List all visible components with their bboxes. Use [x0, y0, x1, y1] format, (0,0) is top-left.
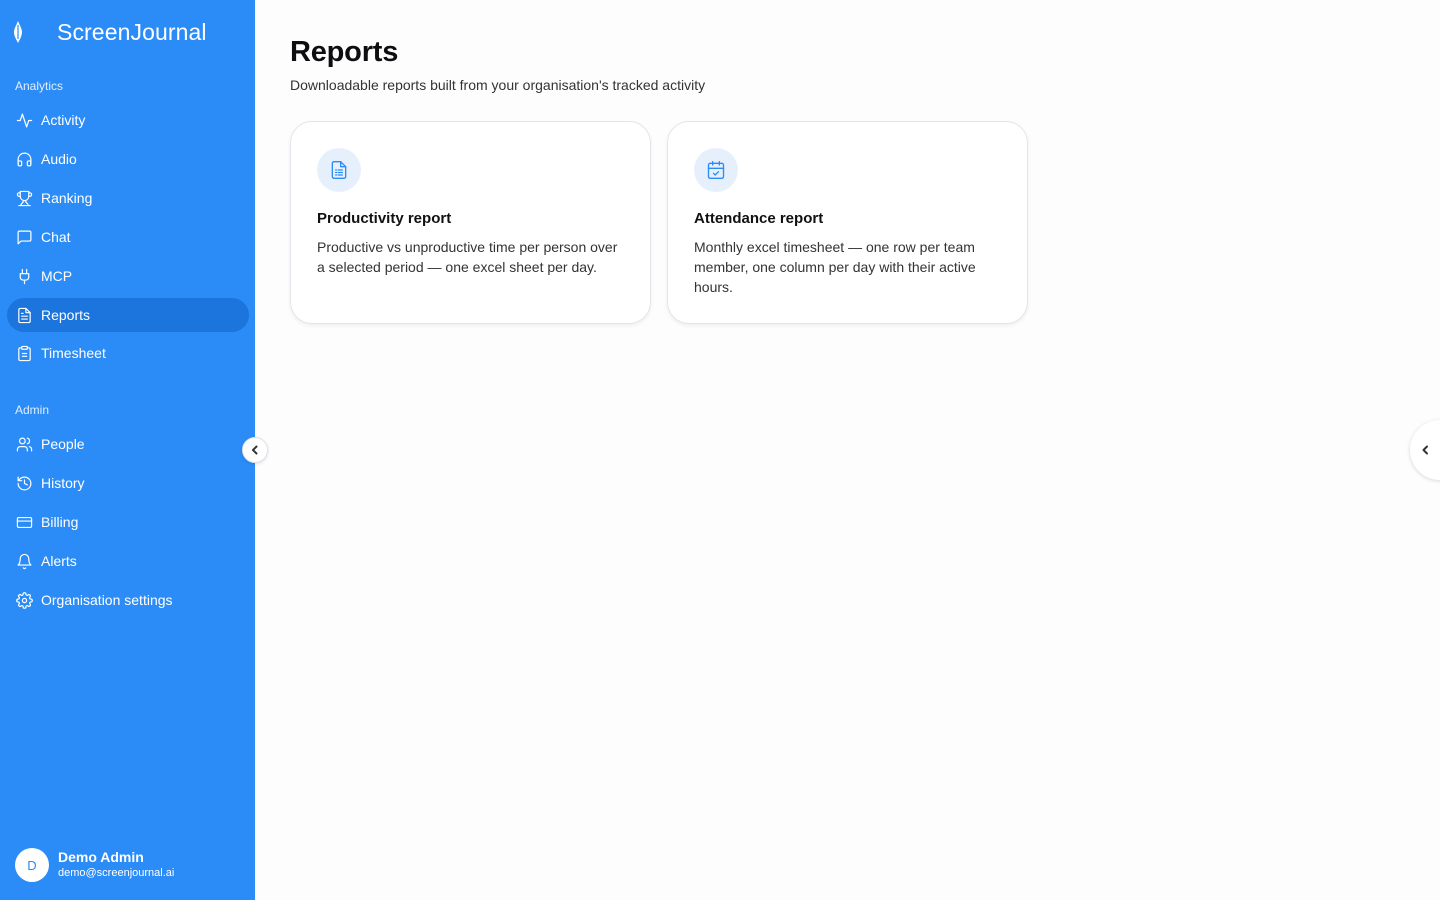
sidebar-item-label: Reports: [41, 307, 91, 323]
card-title: Attendance report: [694, 210, 824, 227]
document-icon: [317, 148, 361, 192]
sidebar-item-label: Chat: [41, 229, 71, 245]
sidebar-item-people[interactable]: People: [7, 427, 249, 461]
card-title: Productivity report: [317, 210, 452, 227]
clipboard-icon: [15, 344, 33, 362]
sidebar-item-label: Ranking: [41, 190, 93, 206]
avatar: D: [15, 848, 49, 882]
chevron-left-icon: [252, 445, 258, 455]
sidebar-item-label: History: [41, 475, 85, 491]
sidebar-item-history[interactable]: History: [7, 466, 249, 500]
sidebar-item-ranking[interactable]: Ranking: [7, 181, 249, 215]
card-description: Monthly excel timesheet — one row per te…: [694, 239, 976, 295]
section-label-admin: Admin: [15, 403, 50, 417]
sidebar-item-label: Audio: [41, 151, 77, 167]
chevron-left-icon: [1422, 445, 1428, 455]
right-panel-toggle[interactable]: [1410, 420, 1440, 480]
collapse-sidebar-button[interactable]: [242, 437, 268, 463]
user-name: Demo Admin: [58, 849, 144, 865]
sidebar-item-label: Billing: [41, 514, 79, 530]
sidebar-item-activity[interactable]: Activity: [7, 103, 249, 137]
headphones-icon: [15, 150, 33, 168]
trophy-icon: [15, 189, 33, 207]
sidebar-item-audio[interactable]: Audio: [7, 142, 249, 176]
chat-icon: [15, 228, 33, 246]
brand-name: ScreenJournal: [57, 18, 207, 45]
sidebar-item-label: MCP: [41, 268, 73, 284]
sidebar-item-label: Organisation settings: [41, 592, 173, 608]
productivity-report-card[interactable]: Productivity report Productive vs unprod…: [290, 121, 651, 324]
user-email: demo@screenjournal.ai: [58, 867, 175, 879]
activity-icon: [15, 111, 33, 129]
brand[interactable]: ScreenJournal: [11, 16, 207, 48]
sidebar-item-mcp[interactable]: MCP: [7, 259, 249, 293]
attendance-report-card[interactable]: Attendance report Monthly excel timeshee…: [667, 121, 1028, 324]
file-text-icon: [15, 306, 33, 324]
sidebar-item-organisation-settings[interactable]: Organisation settings: [7, 583, 249, 617]
sidebar-item-billing[interactable]: Billing: [7, 505, 249, 539]
sidebar-item-timesheet[interactable]: Timesheet: [7, 336, 249, 370]
page-subtitle: Downloadable reports built from your org…: [290, 77, 706, 93]
card-description: Productive vs unproductive time per pers…: [317, 239, 618, 275]
bell-icon: [15, 552, 33, 570]
logo-icon: [11, 21, 25, 43]
user-profile[interactable]: D Demo Admin demo@screenjournal.ai: [15, 848, 174, 882]
gear-icon: [15, 591, 33, 609]
sidebar-item-reports[interactable]: Reports: [7, 298, 249, 332]
plug-icon: [15, 267, 33, 285]
credit-card-icon: [15, 513, 33, 531]
sidebar-item-label: Activity: [41, 112, 86, 128]
sidebar-item-alerts[interactable]: Alerts: [7, 544, 249, 578]
sidebar-item-chat[interactable]: Chat: [7, 220, 249, 254]
sidebar-item-label: People: [41, 436, 85, 452]
sidebar-item-label: Timesheet: [41, 345, 106, 361]
sidebar-item-label: Alerts: [41, 553, 77, 569]
history-icon: [15, 474, 33, 492]
users-icon: [15, 435, 33, 453]
calendar-check-icon: [694, 148, 738, 192]
page-title: Reports: [290, 36, 399, 68]
section-label-analytics: Analytics: [15, 79, 64, 93]
sidebar: ScreenJournal Analytics Activity Audio R…: [0, 0, 255, 900]
